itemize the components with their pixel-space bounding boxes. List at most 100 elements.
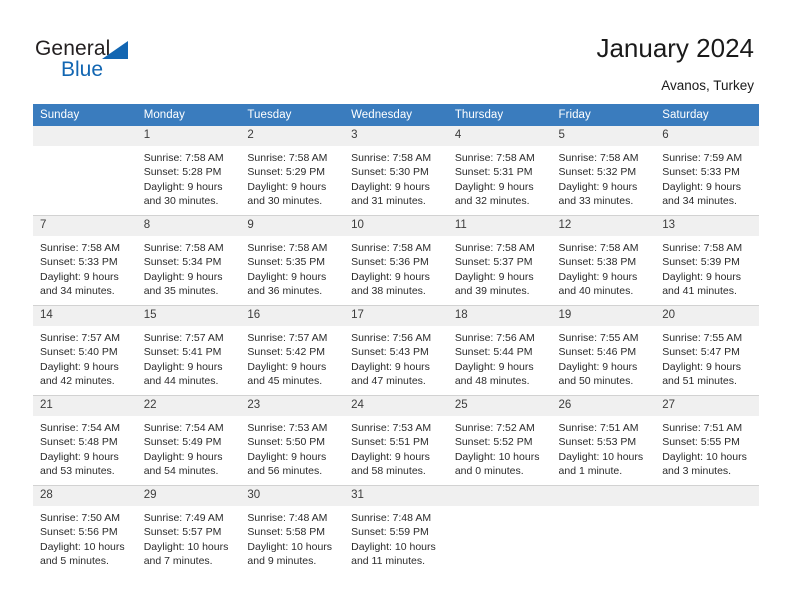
- calendar-day-cell[interactable]: 17 Sunrise: 7:56 AM Sunset: 5:43 PM Dayligh…: [344, 305, 448, 396]
- day-number: 13: [655, 216, 759, 236]
- day-sun-info: Sunrise: 7:55 AM Sunset: 5:47 PM Daylight:…: [655, 326, 759, 388]
- calendar-day-cell[interactable]: 31 Sunrise: 7:48 AM Sunset: 5:59 PM Dayligh…: [344, 485, 448, 575]
- day-number: 10: [344, 216, 448, 236]
- sunrise-text: Sunrise: 7:55 AM: [662, 332, 743, 344]
- daylight-text: Daylight: 10 hours and 9 minutes.: [247, 540, 333, 567]
- day-sun-info: Sunrise: 7:58 AM Sunset: 5:30 PM Daylight:…: [344, 146, 448, 208]
- day-sun-info: Sunrise: 7:58 AM Sunset: 5:32 PM Daylight:…: [552, 146, 656, 208]
- calendar-day-cell[interactable]: 24 Sunrise: 7:53 AM Sunset: 5:51 PM Dayligh…: [344, 395, 448, 486]
- page-title: January 2024: [596, 33, 754, 63]
- day-number: 28: [33, 486, 137, 506]
- daylight-text: Daylight: 10 hours and 1 minute.: [558, 450, 644, 477]
- calendar-day-cell[interactable]: 19 Sunrise: 7:55 AM Sunset: 5:46 PM Dayligh…: [551, 305, 656, 396]
- sunset-text: Sunset: 5:55 PM: [662, 436, 740, 449]
- calendar-day-cell[interactable]: 25 Sunrise: 7:52 AM Sunset: 5:52 PM Dayligh…: [447, 395, 552, 486]
- day-number: [655, 486, 759, 506]
- day-number: 3: [344, 126, 448, 146]
- daylight-text: Daylight: 9 hours and 56 minutes.: [247, 450, 327, 477]
- sunset-text: Sunset: 5:57 PM: [143, 526, 222, 539]
- sunrise-text: Sunrise: 7:59 AM: [662, 152, 743, 164]
- calendar-day-cell[interactable]: 9 Sunrise: 7:58 AM Sunset: 5:35 PM Daylight…: [240, 215, 345, 306]
- day-sun-info: Sunrise: 7:57 AM Sunset: 5:41 PM Daylight:…: [137, 326, 241, 388]
- sunset-text: Sunset: 5:43 PM: [351, 346, 429, 359]
- calendar-day-cell[interactable]: 4 Sunrise: 7:58 AM Sunset: 5:31 PM Daylight…: [447, 126, 552, 216]
- sunset-text: Sunset: 5:42 PM: [247, 346, 326, 359]
- sunset-text: Sunset: 5:31 PM: [454, 166, 533, 179]
- day-number: 6: [655, 126, 759, 146]
- calendar-day-cell[interactable]: 12 Sunrise: 7:58 AM Sunset: 5:38 PM Dayligh…: [551, 215, 656, 306]
- calendar-day-cell[interactable]: 21 Sunrise: 7:54 AM Sunset: 5:48 PM Dayligh…: [33, 395, 137, 486]
- day-number: [447, 486, 552, 506]
- calendar-day-cell[interactable]: 28 Sunrise: 7:50 AM Sunset: 5:56 PM Dayligh…: [33, 485, 137, 575]
- day-number: 14: [33, 306, 137, 326]
- sunset-text: Sunset: 5:29 PM: [247, 166, 326, 179]
- sunrise-text: Sunrise: 7:49 AM: [143, 512, 224, 524]
- daylight-text: Daylight: 9 hours and 34 minutes.: [40, 270, 119, 297]
- daylight-text: Daylight: 9 hours and 30 minutes.: [143, 180, 223, 207]
- calendar-day-cell[interactable]: 8 Sunrise: 7:58 AM Sunset: 5:34 PM Daylight…: [136, 215, 241, 306]
- calendar-day-cell[interactable]: 10 Sunrise: 7:58 AM Sunset: 5:36 PM Dayligh…: [344, 215, 448, 306]
- calendar-day-cell[interactable]: 11 Sunrise: 7:58 AM Sunset: 5:37 PM Dayligh…: [447, 215, 552, 306]
- day-number: 22: [136, 396, 241, 416]
- calendar-day-cell[interactable]: 30 Sunrise: 7:48 AM Sunset: 5:58 PM Dayligh…: [240, 485, 345, 575]
- calendar-day-cell[interactable]: 20 Sunrise: 7:55 AM Sunset: 5:47 PM Dayligh…: [655, 305, 759, 396]
- day-sun-info: Sunrise: 7:48 AM Sunset: 5:58 PM Daylight:…: [240, 506, 344, 568]
- day-number: 24: [344, 396, 448, 416]
- sunset-text: Sunset: 5:59 PM: [351, 526, 429, 539]
- calendar-week-row: 14 Sunrise: 7:57 AM Sunset: 5:40 PM Dayligh…: [33, 305, 759, 396]
- day-number: [551, 486, 656, 506]
- calendar-day-cell[interactable]: 5 Sunrise: 7:58 AM Sunset: 5:32 PM Daylight…: [551, 126, 656, 216]
- weekday-header-friday: Friday: [551, 104, 656, 126]
- calendar-day-cell[interactable]: 1 Sunrise: 7:58 AM Sunset: 5:28 PM Daylight…: [136, 126, 241, 216]
- daylight-text: Daylight: 9 hours and 34 minutes.: [662, 180, 742, 207]
- day-number: 8: [136, 216, 241, 236]
- sunrise-text: Sunrise: 7:58 AM: [662, 242, 743, 254]
- day-number: 9: [240, 216, 345, 236]
- daylight-text: Daylight: 10 hours and 3 minutes.: [662, 450, 747, 477]
- calendar-day-cell[interactable]: 14 Sunrise: 7:57 AM Sunset: 5:40 PM Dayligh…: [33, 305, 137, 396]
- general-blue-logo[interactable]: General Blue: [35, 36, 215, 86]
- sunset-text: Sunset: 5:52 PM: [454, 436, 533, 449]
- calendar-week-row: 7 Sunrise: 7:58 AM Sunset: 5:33 PM Daylight…: [33, 215, 759, 306]
- day-sun-info: Sunrise: 7:58 AM Sunset: 5:38 PM Daylight:…: [552, 236, 656, 298]
- sunset-text: Sunset: 5:36 PM: [351, 256, 429, 269]
- day-sun-info: Sunrise: 7:58 AM Sunset: 5:34 PM Daylight:…: [137, 236, 241, 298]
- sunset-text: Sunset: 5:34 PM: [143, 256, 222, 269]
- day-sun-info: Sunrise: 7:58 AM Sunset: 5:31 PM Daylight:…: [448, 146, 552, 208]
- sunset-text: Sunset: 5:56 PM: [40, 526, 118, 539]
- calendar-day-cell[interactable]: 13 Sunrise: 7:58 AM Sunset: 5:39 PM Dayligh…: [655, 215, 759, 306]
- calendar-day-cell[interactable]: 26 Sunrise: 7:51 AM Sunset: 5:53 PM Dayligh…: [551, 395, 656, 486]
- sunrise-text: Sunrise: 7:53 AM: [247, 422, 328, 434]
- day-number: [33, 126, 137, 146]
- calendar-day-cell[interactable]: 6 Sunrise: 7:59 AM Sunset: 5:33 PM Daylight…: [655, 126, 759, 216]
- day-sun-info: Sunrise: 7:54 AM Sunset: 5:48 PM Daylight:…: [33, 416, 137, 478]
- calendar-day-cell[interactable]: 29 Sunrise: 7:49 AM Sunset: 5:57 PM Dayligh…: [136, 485, 241, 575]
- calendar-day-cell[interactable]: 15 Sunrise: 7:57 AM Sunset: 5:41 PM Dayligh…: [136, 305, 241, 396]
- day-number: 5: [551, 126, 656, 146]
- calendar-day-cell[interactable]: 16 Sunrise: 7:57 AM Sunset: 5:42 PM Dayligh…: [240, 305, 345, 396]
- calendar-day-cell[interactable]: 2 Sunrise: 7:58 AM Sunset: 5:29 PM Daylight…: [240, 126, 345, 216]
- calendar-day-cell[interactable]: 22 Sunrise: 7:54 AM Sunset: 5:49 PM Dayligh…: [136, 395, 241, 486]
- calendar-day-cell[interactable]: 7 Sunrise: 7:58 AM Sunset: 5:33 PM Daylight…: [33, 215, 137, 306]
- day-number: 27: [655, 396, 759, 416]
- calendar-day-cell[interactable]: 27 Sunrise: 7:51 AM Sunset: 5:55 PM Dayligh…: [655, 395, 759, 486]
- weekday-header-tuesday: Tuesday: [240, 104, 345, 126]
- sunrise-text: Sunrise: 7:58 AM: [558, 152, 639, 164]
- day-number: 19: [551, 306, 656, 326]
- day-number: 25: [447, 396, 552, 416]
- sunrise-text: Sunrise: 7:51 AM: [662, 422, 743, 434]
- sunrise-text: Sunrise: 7:56 AM: [454, 332, 535, 344]
- calendar-day-cell[interactable]: 23 Sunrise: 7:53 AM Sunset: 5:50 PM Dayligh…: [240, 395, 345, 486]
- daylight-text: Daylight: 9 hours and 36 minutes.: [247, 270, 327, 297]
- day-number: 18: [447, 306, 552, 326]
- sunrise-text: Sunrise: 7:54 AM: [143, 422, 224, 434]
- daylight-text: Daylight: 9 hours and 53 minutes.: [40, 450, 119, 477]
- calendar-week-row: 21 Sunrise: 7:54 AM Sunset: 5:48 PM Dayligh…: [33, 395, 759, 486]
- calendar-day-cell-empty: [447, 485, 552, 575]
- weekday-header-sunday: Sunday: [33, 104, 137, 126]
- daylight-text: Daylight: 9 hours and 33 minutes.: [558, 180, 638, 207]
- calendar-day-cell[interactable]: 3 Sunrise: 7:58 AM Sunset: 5:30 PM Daylight…: [344, 126, 448, 216]
- page-subtitle-location: Avanos, Turkey: [661, 78, 754, 93]
- sunset-text: Sunset: 5:41 PM: [143, 346, 222, 359]
- calendar-day-cell[interactable]: 18 Sunrise: 7:56 AM Sunset: 5:44 PM Dayligh…: [447, 305, 552, 396]
